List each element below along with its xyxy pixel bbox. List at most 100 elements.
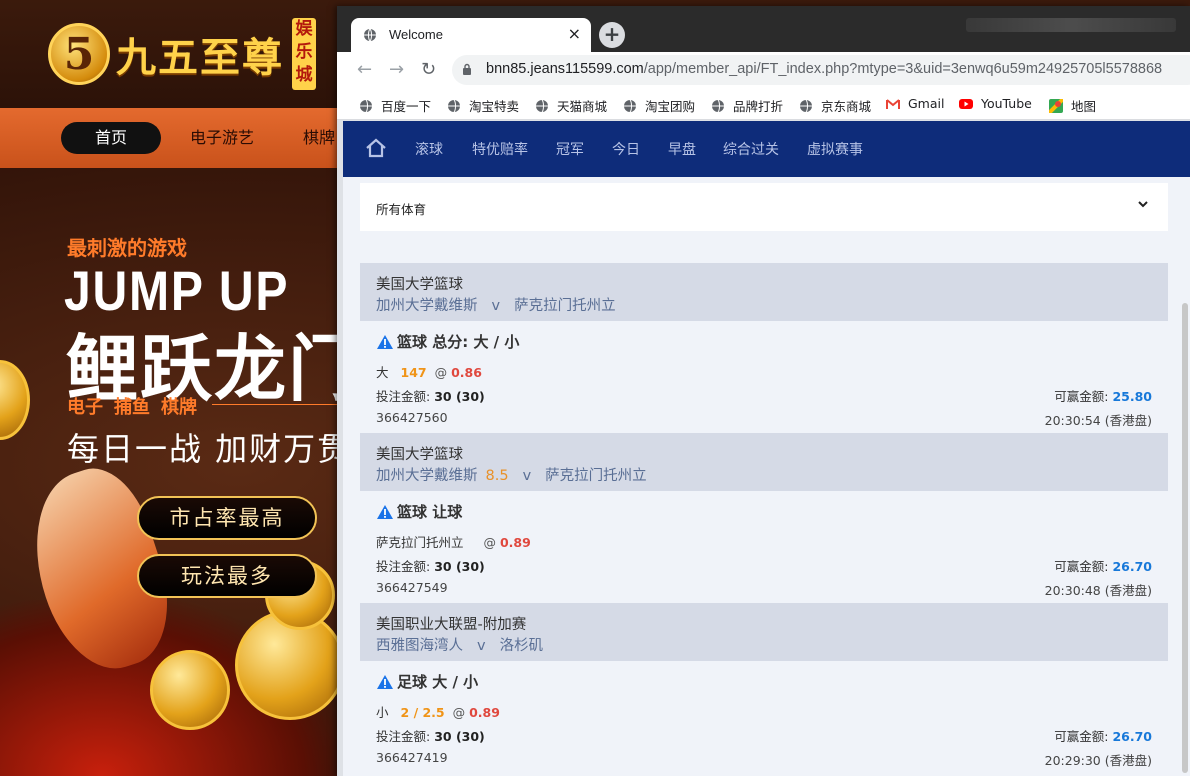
bet-selection: 萨克拉门托州立 @ 0.89	[376, 532, 531, 551]
match-teams: 加州大学戴维斯 8.5 v 萨克拉门托州立	[376, 464, 647, 485]
bookmark-label: 百度一下	[381, 99, 432, 114]
site-nav-cards[interactable]: 棋牌	[303, 122, 335, 154]
new-tab-button[interactable]: +	[599, 22, 625, 48]
warning-icon	[377, 334, 393, 349]
potential-win: 可赢金额: 26.70	[1054, 726, 1152, 745]
page-scrollbar[interactable]	[1182, 303, 1188, 773]
globe-icon	[448, 99, 460, 112]
bookmark-label: 淘宝团购	[645, 99, 696, 114]
globe-icon	[800, 99, 812, 112]
stake-label: 投注金额:	[376, 729, 431, 744]
tab-close-icon[interactable]: ×	[568, 24, 581, 43]
chevron-down-icon	[1138, 201, 1148, 208]
selection-line: 147	[400, 365, 427, 380]
bookmark-item[interactable]: 品牌打折	[711, 96, 783, 115]
match-teams: 加州大学戴维斯 v 萨克拉门托州立	[376, 294, 616, 315]
nav-virtual[interactable]: 虚拟赛事	[807, 139, 863, 159]
forward-arrow-icon[interactable]: →	[389, 59, 404, 80]
away-team: 萨克拉门托州立	[545, 468, 647, 484]
potential-win: 可赢金额: 25.80	[1054, 386, 1152, 405]
stake-label: 投注金额:	[376, 559, 431, 574]
bet-body: 篮球 总分: 大 / 小 大 147 @ 0.86 投注金额: 30 (30) 可…	[360, 321, 1168, 433]
bookmark-label: 品牌打折	[733, 99, 784, 114]
bookmark-label: 地图	[1071, 99, 1097, 114]
bet-header: 美国职业大联盟-附加赛 西雅图海湾人 v 洛杉矶	[360, 603, 1168, 661]
market-title: 足球 大 / 小	[376, 671, 478, 692]
nav-today[interactable]: 今日	[612, 139, 640, 159]
stake-label: 投注金额:	[376, 389, 431, 404]
stake-amount: 投注金额: 30 (30)	[376, 386, 485, 405]
sport-filter-dropdown[interactable]: 所有体育	[360, 183, 1168, 231]
nav-live[interactable]: 滚球	[415, 139, 443, 159]
nav-early[interactable]: 早盘	[668, 139, 696, 159]
win-value: 26.70	[1112, 729, 1152, 744]
lock-icon[interactable]	[462, 63, 472, 75]
site-nav-slots[interactable]: 电子游艺	[190, 122, 254, 154]
bookmark-label: 京东商城	[821, 99, 872, 114]
promo-pill-most-games[interactable]: 玩法最多	[137, 554, 317, 598]
bet-selection: 大 147 @ 0.86	[376, 362, 482, 381]
site-nav-home[interactable]: 首页	[61, 122, 161, 154]
back-arrow-icon[interactable]: ←	[357, 59, 372, 80]
win-value: 25.80	[1112, 389, 1152, 404]
home-team: 加州大学戴维斯	[376, 298, 478, 314]
bookmark-item[interactable]: 淘宝特卖	[447, 96, 519, 115]
filter-label: 所有体育	[376, 202, 427, 217]
stake-value: 30 (30)	[434, 389, 485, 404]
match-teams: 西雅图海湾人 v 洛杉矶	[376, 634, 543, 655]
site-logo[interactable]: 5 九五至尊 娱乐城	[48, 18, 316, 90]
bookmark-label: 淘宝特卖	[469, 99, 520, 114]
browser-tab[interactable]: Welcome ×	[351, 18, 591, 52]
stake-value: 30 (30)	[434, 729, 485, 744]
globe-icon	[712, 99, 724, 112]
warning-icon	[377, 504, 393, 519]
nav-parlay[interactable]: 综合过关	[723, 139, 779, 159]
promo-pill-market-share[interactable]: 市占率最高	[137, 496, 317, 540]
bet-selection: 小 2 / 2.5 @ 0.89	[376, 702, 500, 721]
nav-outright[interactable]: 冠军	[556, 139, 584, 159]
bookmark-item[interactable]: YouTube	[959, 96, 1032, 111]
reload-icon[interactable]: ↻	[421, 59, 436, 80]
league-name: 美国职业大联盟-附加赛	[376, 617, 527, 633]
league-name: 美国大学篮球	[376, 447, 463, 463]
market-name: 足球 大 / 小	[397, 673, 479, 691]
nav-best-odds[interactable]: 特优赔率	[472, 139, 528, 159]
sports-nav-bar: 滚球 特优赔率 冠军 今日 早盘 综合过关 虚拟赛事	[343, 121, 1190, 177]
selection-label: 大	[376, 365, 389, 380]
bet-body: 足球 大 / 小 小 2 / 2.5 @ 0.89 投注金额: 30 (30) 可…	[360, 661, 1168, 773]
logo-badge: 娱乐城	[292, 18, 316, 90]
window-controls-blurred	[966, 18, 1176, 32]
bookmark-item[interactable]: Gmail	[886, 96, 944, 111]
url-host: bnn85.jeans115599.com	[486, 61, 644, 77]
address-bar[interactable]: bnn85.jeans115599.com/app/member_api/FT_…	[452, 55, 1190, 85]
gmail-icon	[886, 98, 900, 109]
home-team: 西雅图海湾人	[376, 638, 463, 654]
market-title: 篮球 总分: 大 / 小	[376, 331, 519, 352]
home-icon[interactable]	[365, 137, 387, 159]
bookmark-item[interactable]: 京东商城	[799, 96, 871, 115]
bet-time: 20:30:48 (香港盘)	[1044, 583, 1152, 598]
coin-image	[150, 650, 230, 730]
win-value: 26.70	[1112, 559, 1152, 574]
url-text: bnn85.jeans115599.com/app/member_api/FT_…	[486, 61, 1162, 77]
bookmark-item[interactable]: 淘宝团购	[623, 96, 695, 115]
bet-header: 美国大学篮球 加州大学戴维斯 v 萨克拉门托州立	[360, 263, 1168, 321]
coin-image	[0, 360, 30, 440]
handicap-value: 8.5	[485, 468, 509, 484]
ticket-id: 366427560	[376, 410, 448, 425]
bookmark-item[interactable]: 百度一下	[359, 96, 431, 115]
warning-icon	[377, 674, 393, 689]
odds-value: 0.89	[469, 705, 500, 720]
hero-subtitle: 最刺激的游戏	[67, 238, 187, 260]
home-team: 加州大学戴维斯	[376, 468, 478, 484]
at-symbol: @	[434, 365, 448, 380]
browser-toolbar: ← → ↻ bnn85.jeans115599.com/app/member_a…	[337, 52, 1190, 88]
selection-line: 2 / 2.5	[400, 705, 445, 720]
market-title: 篮球 让球	[376, 501, 462, 522]
at-symbol: @	[452, 705, 466, 720]
bookmark-item[interactable]: 天猫商城	[535, 96, 607, 115]
hero-divider	[212, 404, 338, 405]
bookmark-item[interactable]: 地图	[1049, 96, 1096, 115]
vs-label: v	[477, 638, 486, 654]
logo-text: 九五至尊	[116, 34, 284, 81]
